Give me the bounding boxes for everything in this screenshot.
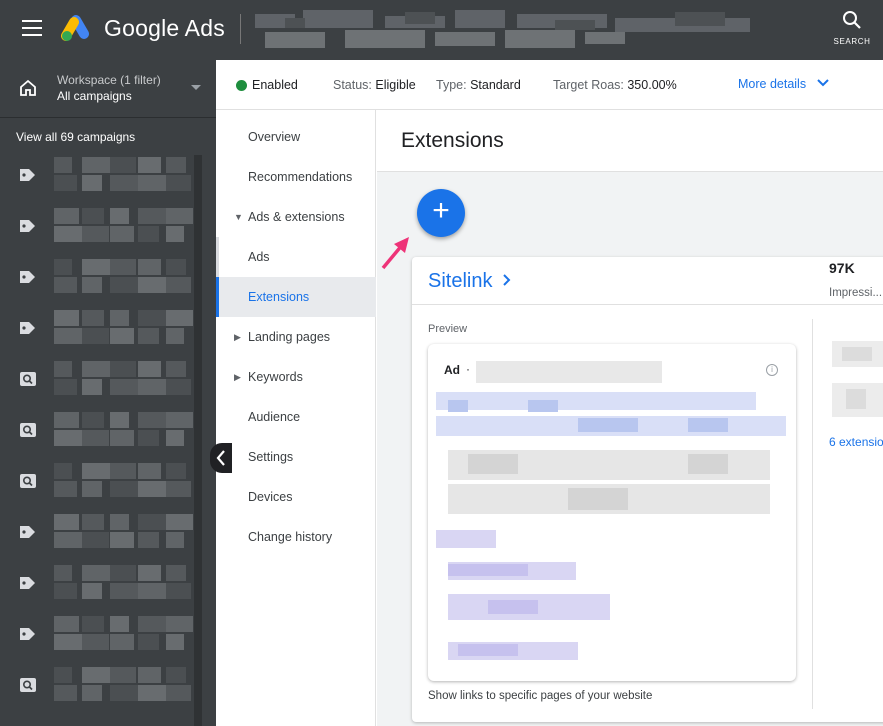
campaign-list-item[interactable] xyxy=(0,357,216,408)
status-eligible: Status: Eligible xyxy=(333,78,416,92)
campaign-list-item[interactable] xyxy=(0,204,216,255)
top-app-bar: Google Ads SEARCH xyxy=(0,0,883,60)
search-button[interactable]: SEARCH xyxy=(830,10,874,52)
sitelink-card: Sitelink 97K Impressi... Preview Ad · i … xyxy=(412,257,883,722)
tag-icon xyxy=(20,220,35,232)
redacted-campaign-name xyxy=(54,208,193,242)
header-divider xyxy=(240,14,241,44)
campaign-list-item[interactable] xyxy=(0,663,216,714)
enabled-status[interactable]: Enabled xyxy=(252,78,298,92)
page-header: Extensions xyxy=(377,110,883,172)
ad-separator: · xyxy=(466,362,470,376)
workspace-scope: All campaigns xyxy=(57,89,132,103)
nav-keywords[interactable]: ▶ Keywords xyxy=(216,357,376,397)
nav-ads[interactable]: Ads xyxy=(216,237,376,277)
campaign-status-bar: Enabled Status: Eligible Type: Standard … xyxy=(216,60,883,110)
redacted-campaign-name xyxy=(54,361,191,395)
search-icon xyxy=(20,474,36,488)
workspace-selector[interactable]: Workspace (1 filter) All campaigns xyxy=(0,60,216,118)
nav-ads-and-extensions[interactable]: ▼ Ads & extensions xyxy=(216,197,376,237)
search-icon xyxy=(20,678,36,692)
page-navigation: Overview Recommendations ▼ Ads & extensio… xyxy=(216,110,376,726)
ad-badge: Ad xyxy=(444,363,460,377)
plus-icon: + xyxy=(432,194,450,227)
chevron-down-icon xyxy=(191,85,201,90)
campaign-list xyxy=(0,153,216,714)
tag-icon xyxy=(20,577,35,589)
brand-name: Google Ads xyxy=(104,15,225,41)
tag-icon xyxy=(20,271,35,283)
workspace-filter: Workspace (1 filter) xyxy=(57,73,161,87)
menu-icon[interactable] xyxy=(22,20,42,36)
nav-settings[interactable]: Settings xyxy=(216,437,376,477)
main-content: Extensions + Sitelink 97K Impressi... Pr… xyxy=(377,110,883,726)
campaign-list-item[interactable] xyxy=(0,612,216,663)
redacted-campaign-name xyxy=(54,616,193,650)
redacted-campaign-name xyxy=(54,412,193,446)
search-icon xyxy=(843,11,861,29)
caret-right-icon: ▶ xyxy=(234,332,241,342)
redacted-ad-preview xyxy=(436,361,786,660)
google-ads-logo xyxy=(60,15,89,41)
redacted-campaign-name xyxy=(54,157,191,191)
redacted-stats xyxy=(832,341,883,417)
preview-label: Preview xyxy=(428,323,468,335)
redacted-campaign-name xyxy=(54,565,191,599)
tag-icon xyxy=(20,526,35,538)
impressions-label: Impressi... xyxy=(829,287,883,299)
caret-down-icon: ▼ xyxy=(234,212,243,222)
ad-preview: Ad · i xyxy=(428,344,796,681)
redacted-campaign-name xyxy=(54,310,193,344)
campaign-list-item[interactable] xyxy=(0,255,216,306)
campaign-list-item[interactable] xyxy=(0,561,216,612)
chevron-right-icon xyxy=(503,274,511,286)
collapse-sidebar-button[interactable] xyxy=(210,443,232,473)
search-label: SEARCH xyxy=(833,37,871,46)
chevron-left-icon xyxy=(216,450,225,466)
tag-icon xyxy=(20,628,35,640)
target-roas: Target Roas: 350.00% xyxy=(553,78,677,92)
campaign-list-item[interactable] xyxy=(0,408,216,459)
nav-landing-pages[interactable]: ▶ Landing pages xyxy=(216,317,376,357)
search-icon xyxy=(20,423,36,437)
campaign-list-item[interactable] xyxy=(0,510,216,561)
page-title: Extensions xyxy=(401,129,504,152)
redacted-campaign-name xyxy=(54,259,191,293)
column-divider xyxy=(812,319,813,709)
campaign-list-item[interactable] xyxy=(0,306,216,357)
add-extension-button[interactable]: + xyxy=(417,189,465,237)
redacted-campaign-name xyxy=(54,667,191,701)
chevron-down-icon xyxy=(816,79,829,87)
enabled-status-dot xyxy=(236,80,247,91)
redacted-campaign-name xyxy=(54,514,193,548)
campaign-list-item[interactable] xyxy=(0,153,216,204)
nav-extensions[interactable]: Extensions xyxy=(216,277,376,317)
impressions-value: 97K xyxy=(829,260,855,276)
sitelink-title-link[interactable]: Sitelink xyxy=(428,270,513,293)
redacted-account-name xyxy=(255,10,750,48)
more-details-button[interactable]: More details xyxy=(738,77,830,91)
caret-right-icon: ▶ xyxy=(234,372,241,382)
search-icon xyxy=(20,372,36,386)
nav-change-history[interactable]: Change history xyxy=(216,517,376,557)
sitelink-card-header: Sitelink 97K Impressi... xyxy=(412,257,883,305)
campaign-sidebar: Workspace (1 filter) All campaigns View … xyxy=(0,60,216,726)
nav-recommendations[interactable]: Recommendations xyxy=(216,157,376,197)
info-icon[interactable]: i xyxy=(766,364,778,376)
home-icon xyxy=(20,79,36,96)
tag-icon xyxy=(20,169,35,181)
redacted-campaign-name xyxy=(54,463,191,497)
nav-audience[interactable]: Audience xyxy=(216,397,376,437)
sitelink-description: Show links to specific pages of your web… xyxy=(428,690,653,702)
sidebar-scrollbar[interactable] xyxy=(194,155,202,726)
nav-overview[interactable]: Overview xyxy=(216,117,376,157)
campaign-list-item[interactable] xyxy=(0,459,216,510)
extensions-count-link[interactable]: 6 extensio xyxy=(829,435,883,449)
nav-devices[interactable]: Devices xyxy=(216,477,376,517)
tag-icon xyxy=(20,322,35,334)
view-all-campaigns-link[interactable]: View all 69 campaigns xyxy=(16,130,135,144)
campaign-type: Type: Standard xyxy=(436,78,521,92)
